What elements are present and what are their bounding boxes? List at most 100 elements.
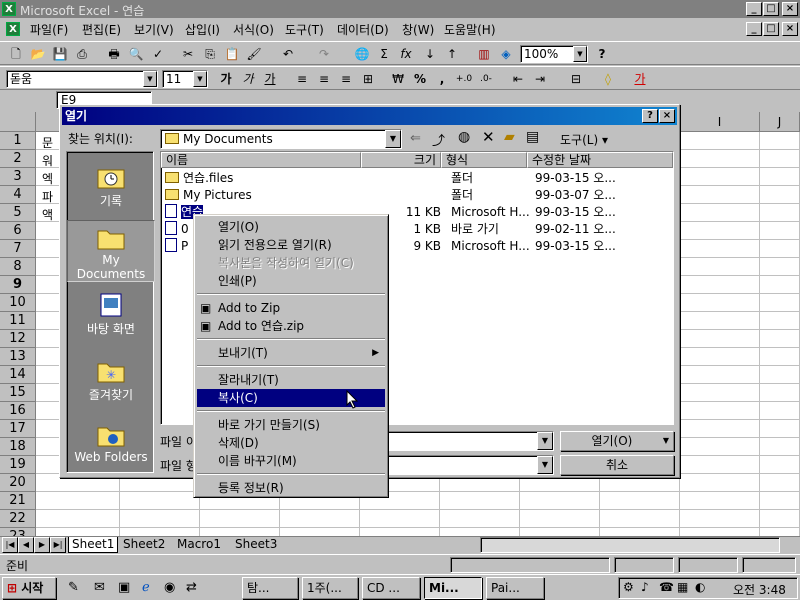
tray-icon[interactable]: ▦ xyxy=(677,580,688,594)
tools-menu[interactable]: 도구(L) ▾ xyxy=(560,131,608,148)
paste-icon[interactable]: 📋 xyxy=(222,45,242,63)
context-menu-item[interactable]: ▣ Add to 연습.zip xyxy=(197,317,385,335)
row-header[interactable]: 9 xyxy=(0,276,36,294)
align-center-icon[interactable]: ≡ xyxy=(314,70,334,88)
doc-restore-button[interactable]: □ xyxy=(763,22,779,36)
menu-file[interactable]: 파일(F) xyxy=(30,21,68,38)
font-color-icon[interactable]: 가 xyxy=(630,70,650,88)
context-menu-item[interactable]: 보내기(T) ▶ xyxy=(197,344,385,362)
cell-text[interactable]: 액 xyxy=(42,206,53,223)
font-size-select[interactable]: 11 ▼ xyxy=(162,70,208,88)
select-all-corner[interactable] xyxy=(0,112,36,132)
bold-icon[interactable]: 가 xyxy=(216,70,236,88)
row-header[interactable]: 15 xyxy=(0,384,36,402)
chevron-down-icon[interactable]: ▼ xyxy=(537,432,553,450)
place-favorites[interactable]: ✳ 즐겨찾기 xyxy=(67,358,155,410)
menu-edit[interactable]: 편집(E) xyxy=(82,21,121,38)
row-header[interactable]: 20 xyxy=(0,474,36,492)
format-painter-icon[interactable]: 🖌 xyxy=(244,45,264,63)
tray-icon[interactable]: ☎ xyxy=(659,580,674,594)
row-header[interactable]: 13 xyxy=(0,348,36,366)
place-desktop[interactable]: 바탕 화면 xyxy=(67,292,155,344)
align-right-icon[interactable]: ≡ xyxy=(336,70,356,88)
increase-decimal-icon[interactable]: +.0 xyxy=(454,70,474,88)
close-button[interactable]: × xyxy=(782,2,798,16)
print-preview-icon[interactable]: 🖶 xyxy=(104,45,124,63)
task-button[interactable]: 1주(... xyxy=(302,577,358,599)
context-menu-item[interactable]: 삭제(D) xyxy=(197,434,385,452)
file-row[interactable]: My Pictures 폴더 99-03-07 오... xyxy=(163,187,671,204)
row-header[interactable]: 5 xyxy=(0,204,36,222)
task-button[interactable]: 탐... xyxy=(242,577,298,599)
doc-close-button[interactable]: × xyxy=(782,22,798,36)
column-header[interactable]: J xyxy=(760,112,800,132)
fill-color-icon[interactable]: ◊ xyxy=(598,70,618,88)
quicklaunch-icon[interactable]: ⇄ xyxy=(186,580,197,595)
help-icon[interactable]: ? xyxy=(642,109,658,123)
file-row[interactable]: 연습.files 폴더 99-03-15 오... xyxy=(163,170,671,187)
chevron-down-icon[interactable]: ▼ xyxy=(143,71,157,87)
context-menu-item[interactable]: 인쇄(P) xyxy=(197,272,385,290)
chevron-down-icon[interactable]: ▼ xyxy=(663,432,673,450)
row-header[interactable]: 1 xyxy=(0,132,36,150)
views-icon[interactable]: ▤ xyxy=(526,129,539,145)
help-icon[interactable]: ? xyxy=(592,45,612,63)
indent-icon[interactable]: ⇥ xyxy=(530,70,550,88)
ie-icon[interactable]: ℯ xyxy=(142,580,150,595)
quicklaunch-icon[interactable]: ▣ xyxy=(118,580,130,595)
prev-sheet-icon[interactable]: ◀ xyxy=(18,537,34,553)
task-button[interactable]: Pai... xyxy=(486,577,544,599)
tray-icon[interactable]: ⚙ xyxy=(623,580,634,594)
clock[interactable]: 오전 3:48 xyxy=(733,581,786,598)
font-select[interactable]: 돋움 ▼ xyxy=(6,70,158,88)
menu-format[interactable]: 서식(O) xyxy=(233,21,274,38)
sort-desc-icon[interactable]: ↑ xyxy=(442,45,462,63)
row-header[interactable]: 7 xyxy=(0,240,36,258)
align-left-icon[interactable]: ≡ xyxy=(292,70,312,88)
print-icon[interactable]: ⎙ xyxy=(72,45,92,63)
cell-text[interactable]: 파 xyxy=(42,188,53,205)
context-menu-item[interactable]: 읽기 전용으로 열기(R) xyxy=(197,236,385,254)
quicklaunch-icon[interactable]: ◉ xyxy=(164,580,175,595)
context-menu-item[interactable]: 열기(O) xyxy=(197,218,385,236)
menu-window[interactable]: 창(W) xyxy=(402,21,434,38)
delete-icon[interactable]: ✕ xyxy=(482,128,495,146)
next-sheet-icon[interactable]: ▶ xyxy=(34,537,50,553)
context-menu-item[interactable]: 잘라내기(T) xyxy=(197,371,385,389)
autosum-icon[interactable]: Σ xyxy=(374,45,394,63)
close-icon[interactable]: × xyxy=(659,109,675,123)
outdent-icon[interactable]: ⇤ xyxy=(508,70,528,88)
start-button[interactable]: ⊞ 시작 xyxy=(2,577,56,599)
cut-icon[interactable]: ✂ xyxy=(178,45,198,63)
task-button[interactable]: CD ... xyxy=(362,577,420,599)
row-header[interactable]: 22 xyxy=(0,510,36,528)
last-sheet-icon[interactable]: ▶| xyxy=(50,537,66,553)
chevron-down-icon[interactable]: ▼ xyxy=(385,130,401,148)
chevron-down-icon[interactable]: ▼ xyxy=(537,456,553,474)
currency-icon[interactable]: ₩ xyxy=(388,70,408,88)
new-icon[interactable]: 🗋 xyxy=(6,45,26,63)
map-icon[interactable]: ◈ xyxy=(496,45,516,63)
row-header[interactable]: 6 xyxy=(0,222,36,240)
row-header[interactable]: 2 xyxy=(0,150,36,168)
undo-icon[interactable]: ↶ xyxy=(278,45,298,63)
preview-icon[interactable]: 🔍 xyxy=(126,45,146,63)
function-icon[interactable]: fx xyxy=(396,45,416,63)
sort-asc-icon[interactable]: ↓ xyxy=(420,45,440,63)
row-header[interactable]: 21 xyxy=(0,492,36,510)
column-header-size[interactable]: 크기 xyxy=(361,152,441,168)
horizontal-scrollbar[interactable] xyxy=(480,537,780,553)
column-header[interactable]: I xyxy=(680,112,760,132)
cell-text[interactable]: 엑 xyxy=(42,170,53,187)
chevron-down-icon[interactable]: ▼ xyxy=(573,46,587,62)
workbook-icon[interactable]: X xyxy=(6,22,20,36)
quicklaunch-icon[interactable]: ✎ xyxy=(68,580,79,595)
decrease-decimal-icon[interactable]: .0- xyxy=(476,70,496,88)
place-my-documents[interactable]: My Documents xyxy=(67,220,155,282)
menu-insert[interactable]: 삽입(I) xyxy=(185,21,220,38)
chevron-down-icon[interactable]: ▼ xyxy=(193,71,207,87)
context-menu-item[interactable]: 바로 가기 만들기(S) xyxy=(197,416,385,434)
minimize-button[interactable]: _ xyxy=(746,2,762,16)
column-header-date[interactable]: 수정한 날짜 xyxy=(527,152,673,168)
menu-tools[interactable]: 도구(T) xyxy=(285,21,324,38)
